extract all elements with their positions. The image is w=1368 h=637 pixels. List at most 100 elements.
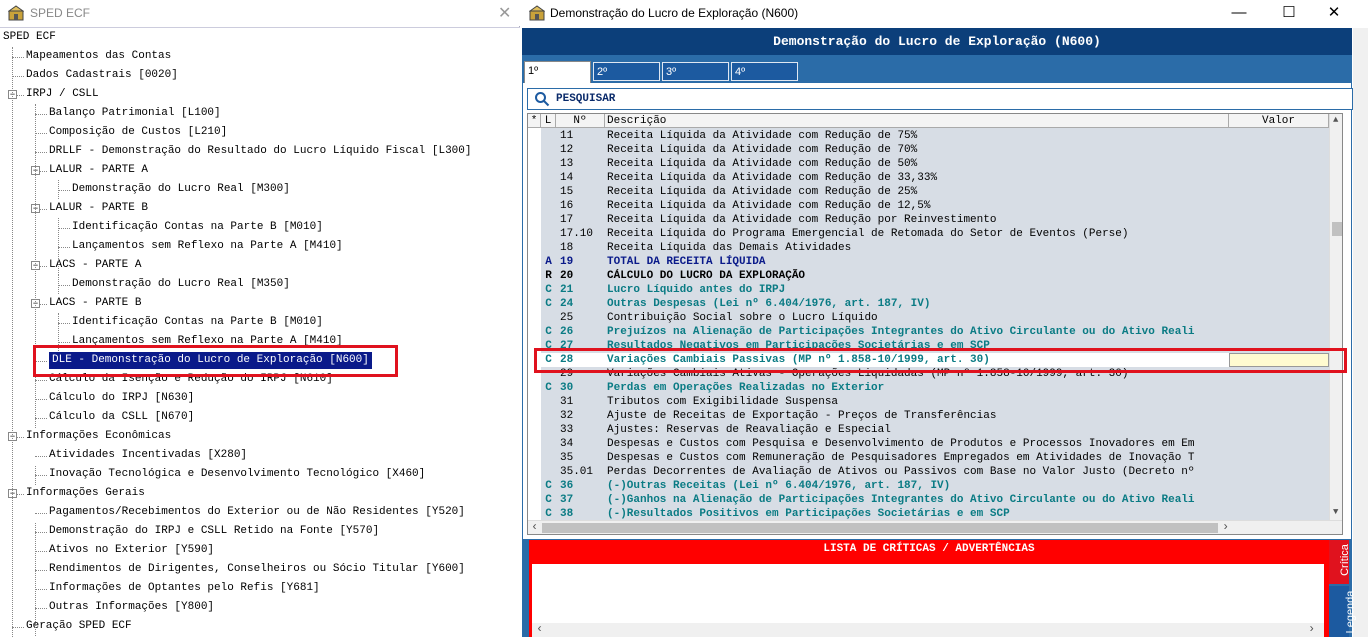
row-number-cell[interactable]: 13 <box>556 157 605 171</box>
tree-item[interactable]: Atividades Incentivadas [X280] <box>49 447 247 464</box>
row-level-cell[interactable] <box>541 129 556 143</box>
row-number-cell[interactable]: 33 <box>556 423 605 437</box>
tree-item[interactable]: SPED ECF <box>3 29 56 46</box>
tree-item[interactable]: IRPJ / CSLL <box>26 86 99 103</box>
row-value-cell[interactable] <box>1229 507 1329 521</box>
row-level-cell[interactable] <box>541 437 556 451</box>
column-header-num[interactable]: Nº <box>556 114 605 128</box>
row-level-cell[interactable] <box>541 227 556 241</box>
row-value-cell[interactable] <box>1229 269 1329 283</box>
row-number-cell[interactable]: 11 <box>556 129 605 143</box>
close-icon[interactable]: ✕ <box>498 3 511 23</box>
tab-trimestre-2[interactable]: 2º Trimestre <box>593 62 660 96</box>
tab-trimestre-3[interactable]: 3º Trimestre <box>662 62 729 96</box>
tree-item[interactable]: LACS - PARTE B <box>49 295 141 312</box>
row-value-cell[interactable] <box>1229 451 1329 465</box>
row-level-cell[interactable]: C <box>541 479 556 493</box>
row-description-cell[interactable]: Perdas em Operações Realizadas no Exteri… <box>605 381 1229 395</box>
row-level-cell[interactable]: C <box>541 381 556 395</box>
scroll-right-icon[interactable]: › <box>1222 521 1229 534</box>
row-description-cell[interactable]: Ajustes: Reservas de Reavaliação e Espec… <box>605 423 1229 437</box>
tree-item[interactable]: Informações Gerais <box>26 485 145 502</box>
row-value-cell[interactable] <box>1229 325 1329 339</box>
scroll-thumb[interactable] <box>1332 222 1342 236</box>
row-description-cell[interactable]: Ajuste de Receitas de Exportação - Preço… <box>605 409 1229 423</box>
scroll-down-icon[interactable]: ▼ <box>1333 507 1338 517</box>
tree-item[interactable]: Identificação Contas na Parte B [M010] <box>72 219 323 236</box>
row-level-cell[interactable]: C <box>541 507 556 521</box>
row-value-cell[interactable] <box>1229 423 1329 437</box>
row-value-cell[interactable] <box>1229 185 1329 199</box>
tree-item[interactable]: Informações Econômicas <box>26 428 171 445</box>
row-level-cell[interactable] <box>541 185 556 199</box>
legenda-side-tab[interactable]: Legenda <box>1329 586 1356 637</box>
tree-item[interactable]: LALUR - PARTE B <box>49 200 148 217</box>
row-description-cell[interactable]: (-)Resultados Positivos em Participações… <box>605 507 1229 521</box>
row-level-cell[interactable]: C <box>541 297 556 311</box>
row-level-cell[interactable] <box>541 423 556 437</box>
row-value-cell[interactable] <box>1229 255 1329 269</box>
row-description-cell[interactable]: Receita Líquida da Atividade com Redução… <box>605 185 1229 199</box>
critica-side-tab[interactable]: Crítica <box>1329 540 1351 584</box>
row-number-cell[interactable]: 35 <box>556 451 605 465</box>
row-description-cell[interactable]: Receita Líquida do Programa Emergencial … <box>605 227 1229 241</box>
scroll-left-icon[interactable]: ‹ <box>536 623 543 636</box>
row-value-cell[interactable] <box>1229 409 1329 423</box>
minimize-icon[interactable]: — <box>1216 2 1262 24</box>
row-number-cell[interactable]: 38 <box>556 507 605 521</box>
row-level-cell[interactable] <box>541 311 556 325</box>
row-description-cell[interactable]: Despesas e Custos com Remuneração de Pes… <box>605 451 1229 465</box>
row-level-cell[interactable] <box>541 157 556 171</box>
row-value-cell[interactable] <box>1229 395 1329 409</box>
row-number-cell[interactable]: 19 <box>556 255 605 269</box>
column-header-star[interactable]: * <box>528 114 541 128</box>
row-level-cell[interactable]: R <box>541 269 556 283</box>
row-value-cell[interactable] <box>1229 241 1329 255</box>
row-value-cell[interactable] <box>1229 479 1329 493</box>
row-description-cell[interactable]: Perdas Decorrentes de Avaliação de Ativo… <box>605 465 1229 479</box>
row-description-cell[interactable]: Receita Líquida das Demais Atividades <box>605 241 1229 255</box>
tree-item[interactable]: Balanço Patrimonial [L100] <box>49 105 221 122</box>
row-number-cell[interactable]: 32 <box>556 409 605 423</box>
row-number-cell[interactable]: 16 <box>556 199 605 213</box>
column-header-l[interactable]: L <box>541 114 556 128</box>
row-value-cell[interactable] <box>1229 227 1329 241</box>
grid-vscroll[interactable]: ▲ ▼ <box>1329 114 1342 520</box>
row-description-cell[interactable]: Prejuízos na Alienação de Participações … <box>605 325 1229 339</box>
row-description-cell[interactable]: Tributos com Exigibilidade Suspensa <box>605 395 1229 409</box>
row-number-cell[interactable]: 17.10 <box>556 227 605 241</box>
tree-item[interactable]: Ativos no Exterior [Y590] <box>49 542 214 559</box>
tree-item[interactable]: Mapeamentos das Contas <box>26 48 171 65</box>
row-level-cell[interactable]: C <box>541 325 556 339</box>
row-description-cell[interactable]: Receita Líquida da Atividade com Redução… <box>605 213 1229 227</box>
tree-item[interactable]: Lançamentos sem Reflexo na Parte A [M410… <box>72 238 343 255</box>
tree-item[interactable]: Outras Informações [Y800] <box>49 599 214 616</box>
tree-item[interactable]: Demonstração do IRPJ e CSLL Retido na Fo… <box>49 523 379 540</box>
row-number-cell[interactable]: 20 <box>556 269 605 283</box>
row-number-cell[interactable]: 25 <box>556 311 605 325</box>
row-level-cell[interactable] <box>541 409 556 423</box>
tree-item[interactable]: Inovação Tecnológica e Desenvolvimento T… <box>49 466 425 483</box>
row-value-cell[interactable] <box>1229 381 1329 395</box>
row-level-cell[interactable]: C <box>541 283 556 297</box>
tree-item[interactable]: DRLLF - Demonstração do Resultado do Luc… <box>49 143 471 160</box>
row-level-cell[interactable] <box>541 171 556 185</box>
search-bar[interactable]: PESQUISAR <box>527 88 1353 110</box>
maximize-icon[interactable]: ☐ <box>1266 2 1312 24</box>
tree-item[interactable]: Dados Cadastrais [0020] <box>26 67 178 84</box>
row-description-cell[interactable]: CÁLCULO DO LUCRO DA EXPLORAÇÃO <box>605 269 1229 283</box>
row-level-cell[interactable] <box>541 199 556 213</box>
row-description-cell[interactable]: (-)Outras Receitas (Lei nº 6.404/1976, a… <box>605 479 1229 493</box>
row-value-cell[interactable] <box>1229 129 1329 143</box>
row-description-cell[interactable]: Outras Despesas (Lei nº 6.404/1976, art.… <box>605 297 1229 311</box>
scroll-right-icon[interactable]: › <box>1308 623 1315 636</box>
row-number-cell[interactable]: 31 <box>556 395 605 409</box>
row-number-cell[interactable]: 15 <box>556 185 605 199</box>
tree-item[interactable]: Demonstração do Lucro Real [M350] <box>72 276 290 293</box>
row-level-cell[interactable] <box>541 451 556 465</box>
grid-hscroll[interactable]: ‹ › <box>528 520 1342 534</box>
row-number-cell[interactable]: 34 <box>556 437 605 451</box>
row-number-cell[interactable]: 35.01 <box>556 465 605 479</box>
tree-item[interactable]: Cálculo do IRPJ [N630] <box>49 390 194 407</box>
column-header-desc[interactable]: Descrição <box>605 114 1229 128</box>
